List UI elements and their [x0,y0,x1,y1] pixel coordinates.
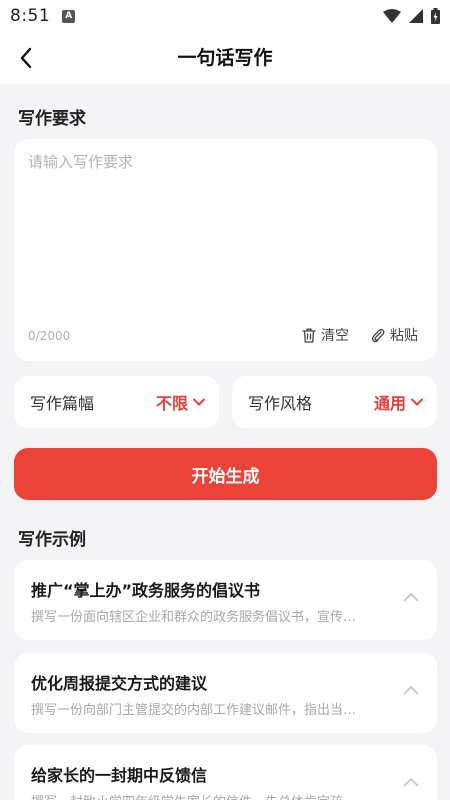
trash-icon [302,328,316,343]
example-description: 撰写一份向部门主管提交的内部工作建议邮件，指出当… [31,703,357,718]
chevron-up-icon [403,778,419,787]
back-arrow-icon [20,47,32,69]
signal-icon [409,9,423,23]
status-time: 8:51 [10,6,51,26]
length-label: 写作篇幅 [30,394,95,413]
paste-label: 粘贴 [390,328,418,344]
chevron-down-icon [193,398,205,406]
example-title: 给家长的一封期中反馈信 [31,766,208,785]
example-description: 撰写一份面向辖区企业和群众的政务服务倡议书，宣传… [31,610,357,625]
style-selector[interactable]: 写作风格 通用 [232,376,437,428]
page-title: 一句话写作 [177,47,273,69]
char-counter: 0/2000 [28,329,71,343]
generate-button[interactable]: 开始生成 [14,448,437,500]
example-title: 优化周报提交方式的建议 [31,674,208,693]
example-description: 撰写一封致小学四年级学生家长的信件，先总体肯定孩… [31,791,391,800]
example-card[interactable]: 优化周报提交方式的建议 撰写一份向部门主管提交的内部工作建议邮件，指出当… [14,653,437,733]
paste-button[interactable]: 粘贴 [371,325,418,345]
example-card[interactable]: 推广“掌上办”政务服务的倡议书 撰写一份面向辖区企业和群众的政务服务倡议书，宣传… [14,560,437,640]
status-left: 8:51 A [10,6,76,26]
nav-bar: 一句话写作 [0,32,450,84]
clear-button[interactable]: 清空 [302,325,349,345]
example-card[interactable]: 给家长的一封期中反馈信 撰写一封致小学四年级学生家长的信件，先总体肯定孩… [14,745,437,800]
style-label: 写作风格 [248,394,313,413]
example-title: 推广“掌上办”政务服务的倡议书 [31,581,261,600]
style-value-text: 通用 [373,394,406,413]
requirements-section-title: 写作要求 [18,109,86,129]
notification-app-icon: A [62,9,76,23]
chevron-up-icon [403,593,419,602]
length-value: 不限 [156,390,205,414]
wifi-icon [383,9,401,23]
back-button[interactable] [8,40,44,76]
battery-icon [431,8,440,24]
status-bar: 8:51 A [0,0,450,32]
chevron-down-icon [411,398,423,406]
clear-label: 清空 [321,328,349,344]
status-right [383,8,440,24]
length-selector[interactable]: 写作篇幅 不限 [14,376,219,428]
examples-section-title: 写作示例 [18,530,86,550]
paperclip-icon [371,328,385,342]
requirements-card: 0/2000 清空 粘贴 [14,139,437,361]
length-value-text: 不限 [155,394,188,413]
chevron-up-icon [403,686,419,695]
style-value: 通用 [374,390,423,414]
requirements-input[interactable] [28,151,423,321]
